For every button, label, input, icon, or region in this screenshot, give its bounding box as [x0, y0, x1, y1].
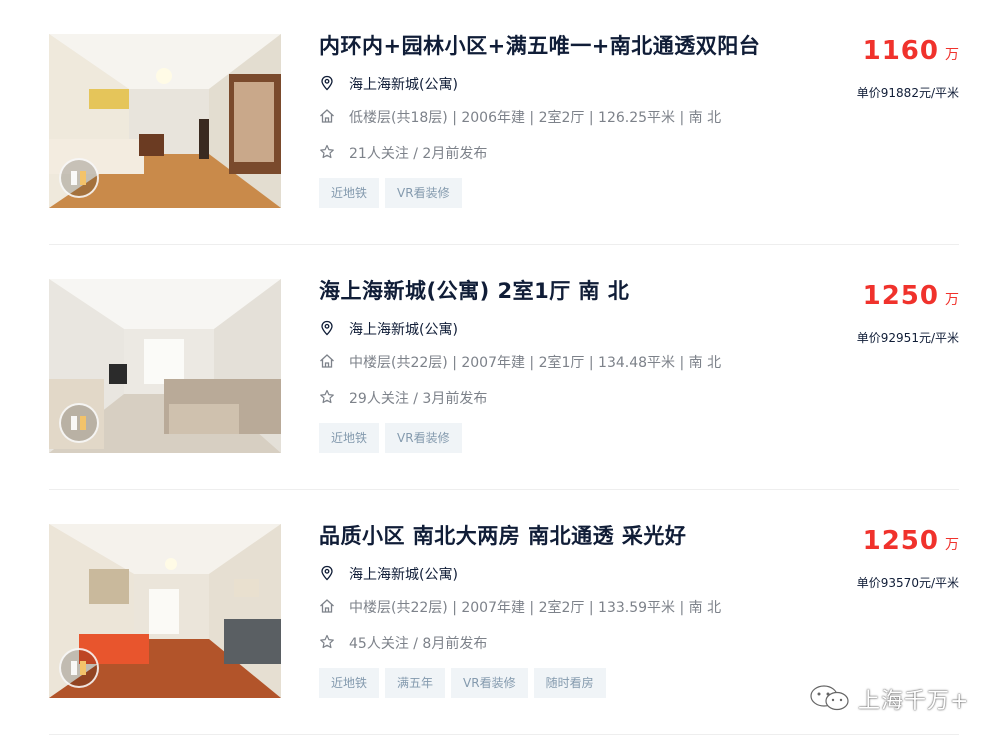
unit-price: 单价93570元/平米 — [856, 576, 959, 590]
tag: VR看装修 — [385, 178, 462, 208]
house-icon — [320, 599, 334, 613]
follow-text: 29人关注 / 3月前发布 — [349, 391, 488, 407]
vr-panorama-icon — [71, 416, 86, 430]
star-icon — [320, 389, 334, 404]
follow-text: 45人关注 / 8月前发布 — [349, 636, 488, 652]
star-icon — [320, 634, 334, 649]
house-icon — [320, 109, 334, 123]
listing-card[interactable]: 海上海新城(公寓) 2室1厅 南 北 海上海新城(公寓) 中楼层(共22层) |… — [49, 245, 959, 490]
total-price: 1250 万 — [863, 281, 959, 311]
total-price: 1160 万 — [863, 36, 959, 66]
unit-price: 单价91882元/平米 — [856, 86, 959, 100]
vr-panorama-icon — [71, 171, 86, 185]
vr-badge[interactable] — [59, 648, 99, 688]
wechat-icon — [810, 685, 849, 711]
tag: 满五年 — [385, 668, 446, 698]
listing-card[interactable]: 内环内+园林小区+满五唯一+南北通透双阳台 海上海新城(公寓) 低楼层(共18层… — [49, 0, 959, 245]
location-pin-icon — [321, 75, 333, 91]
info-text: 中楼层(共22层) | 2007年建 | 2室1厅 | 134.48平米 | 南… — [349, 355, 722, 371]
listing-title[interactable]: 海上海新城(公寓) 2室1厅 南 北 — [319, 275, 629, 305]
location-pin-icon — [321, 565, 333, 581]
tag: VR看装修 — [385, 423, 462, 453]
unit-price: 单价92951元/平米 — [856, 331, 959, 345]
listing-title[interactable]: 内环内+园林小区+满五唯一+南北通透双阳台 — [319, 30, 760, 60]
tag: VR看装修 — [451, 668, 528, 698]
listing-photo[interactable] — [49, 524, 281, 698]
tag-list: 近地铁 满五年 VR看装修 随时看房 — [319, 668, 612, 698]
tag: 随时看房 — [533, 668, 606, 698]
address-link[interactable]: 海上海新城(公寓) — [349, 319, 458, 339]
house-icon — [320, 354, 334, 368]
price-unit: 万 — [945, 292, 959, 308]
info-text: 低楼层(共18层) | 2006年建 | 2室2厅 | 126.25平米 | 南… — [349, 110, 722, 126]
tag-list: 近地铁 VR看装修 — [319, 423, 468, 453]
price-unit: 万 — [945, 537, 959, 553]
vr-badge[interactable] — [59, 158, 99, 198]
total-price: 1250 万 — [863, 526, 959, 556]
tag: 近地铁 — [319, 178, 380, 208]
star-icon — [320, 144, 334, 159]
listing-photo[interactable] — [49, 279, 281, 453]
price-value: 1250 — [862, 281, 939, 311]
price-value: 1250 — [862, 526, 939, 556]
tag: 近地铁 — [319, 423, 380, 453]
address-link[interactable]: 海上海新城(公寓) — [349, 564, 458, 584]
vr-panorama-icon — [71, 661, 86, 675]
listing-title[interactable]: 品质小区 南北大两房 南北通透 采光好 — [319, 520, 686, 550]
follow-text: 21人关注 / 2月前发布 — [349, 146, 488, 162]
price-value: 1160 — [862, 36, 939, 66]
tag-list: 近地铁 VR看装修 — [319, 178, 468, 208]
tag: 近地铁 — [319, 668, 380, 698]
address-link[interactable]: 海上海新城(公寓) — [349, 74, 458, 94]
price-unit: 万 — [945, 47, 959, 63]
location-pin-icon — [321, 320, 333, 336]
info-text: 中楼层(共22层) | 2007年建 | 2室2厅 | 133.59平米 | 南… — [349, 600, 722, 616]
vr-badge[interactable] — [59, 403, 99, 443]
watermark-text: 上海千万+ — [858, 689, 970, 714]
listing-photo[interactable] — [49, 34, 281, 208]
